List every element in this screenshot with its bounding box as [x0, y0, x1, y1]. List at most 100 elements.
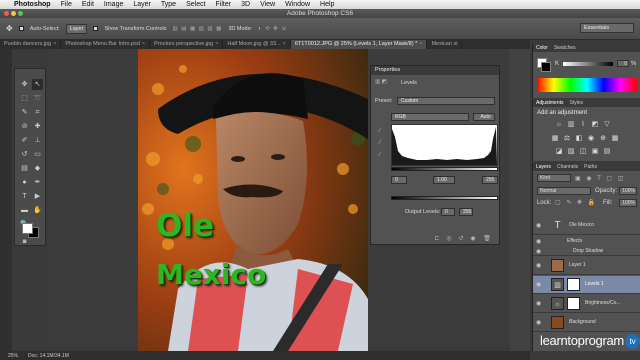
visibility-eye-icon[interactable]: ◉ — [536, 248, 541, 255]
tab-layers[interactable]: Layers — [536, 163, 551, 171]
close-window-button[interactable] — [4, 11, 9, 16]
photo-filter-icon[interactable]: ◉ — [587, 135, 595, 143]
menu-help[interactable]: Help — [320, 1, 334, 8]
color-lookup-icon[interactable]: ▦ — [611, 135, 619, 143]
properties-tab[interactable]: Properties — [371, 66, 499, 75]
input-white-field[interactable]: 255 — [482, 176, 498, 184]
menu-file[interactable]: File — [61, 1, 72, 8]
quick-mask-icon[interactable]: ◙ — [19, 237, 30, 248]
menu-edit[interactable]: Edit — [82, 1, 94, 8]
type-tool-icon[interactable]: T — [19, 191, 30, 202]
menu-photoshop[interactable]: Photoshop — [14, 1, 51, 8]
k-slider[interactable] — [563, 62, 613, 66]
document-image[interactable]: Ole Mexico — [138, 49, 368, 351]
black-white-icon[interactable]: ◧ — [575, 135, 583, 143]
close-icon[interactable]: × — [419, 41, 422, 47]
crop-tool-icon[interactable]: ⌗ — [32, 107, 43, 118]
input-levels-slider[interactable] — [391, 167, 498, 171]
lock-icons[interactable]: ▢ ✎ ✥ 🔒 — [555, 199, 597, 206]
opacity-field[interactable]: 100% — [619, 187, 637, 195]
posterize-icon[interactable]: ▨ — [567, 148, 575, 156]
color-balance-icon[interactable]: ⚖ — [563, 135, 571, 143]
output-white-field[interactable]: 255 — [459, 208, 473, 216]
invert-icon[interactable]: ◪ — [555, 148, 563, 156]
color-spectrum[interactable] — [537, 78, 637, 92]
gradient-tool-icon[interactable]: ▤ — [19, 163, 30, 174]
tab-adjustments[interactable]: Adjustments — [536, 99, 564, 107]
white-eyedropper-icon[interactable]: ⁄ — [376, 152, 384, 159]
menu-filter[interactable]: Filter — [216, 1, 232, 8]
levels-icon[interactable]: ▥ — [567, 121, 575, 129]
dodge-tool-icon[interactable]: ● — [19, 177, 30, 188]
auto-select-checkbox[interactable] — [18, 26, 24, 31]
tab-active-document[interactable]: 6T1T0012.JPG @ 25% (Levels 1, Layer Mask… — [290, 40, 428, 49]
vibrance-icon[interactable]: ▽ — [603, 121, 611, 129]
output-levels-slider[interactable] — [391, 196, 498, 200]
close-icon[interactable]: × — [53, 41, 56, 47]
layer-row-levels-1[interactable]: ◉ ▥ Levels 1 — [533, 276, 640, 294]
quick-select-tool-icon[interactable]: ✎ — [19, 107, 30, 118]
layer-mask-thumbnail[interactable] — [567, 297, 580, 310]
foreground-color-swatch[interactable] — [22, 223, 33, 234]
visibility-eye-icon[interactable]: ◉ — [536, 319, 541, 326]
eyedropper-tool-icon[interactable]: ⊘ — [19, 121, 30, 132]
blend-mode-dropdown[interactable]: Normal — [537, 187, 591, 195]
curves-icon[interactable]: ⌇ — [579, 121, 587, 129]
bg-color-chip[interactable] — [541, 62, 551, 72]
tab-pueblo-dancers[interactable]: Pueblo dancers.jpg × — [0, 40, 62, 49]
input-gamma-field[interactable]: 1.00 — [433, 176, 455, 184]
selective-color-icon[interactable]: ▣ — [591, 148, 599, 156]
gray-eyedropper-icon[interactable]: ⁄ — [376, 140, 384, 147]
menu-image[interactable]: Image — [104, 1, 123, 8]
tab-half-moon[interactable]: Half Moon.jpg @ 33... × — [223, 40, 291, 49]
workspace-dropdown[interactable]: Essentials — [580, 23, 634, 33]
move-tool-icon[interactable]: ✥ — [19, 79, 30, 90]
output-black-field[interactable]: 0 — [441, 208, 455, 216]
layer-effects-row[interactable]: ◉ Effects — [533, 236, 640, 246]
exposure-icon[interactable]: ◩ — [591, 121, 599, 129]
artboard-tool-icon[interactable]: ↖ — [32, 79, 43, 90]
channel-mixer-icon[interactable]: ⊕ — [599, 135, 607, 143]
k-value-field[interactable]: 0 — [617, 60, 629, 67]
tab-menu-bar-intro[interactable]: Photoshop Menu Bar Intro.psd × — [61, 40, 151, 49]
black-eyedropper-icon[interactable]: ⁄ — [376, 128, 384, 135]
layer-drop-shadow-row[interactable]: ◉ Drop Shadow — [533, 246, 640, 256]
input-black-field[interactable]: 0 — [391, 176, 407, 184]
layer-row-background[interactable]: ◉ Background — [533, 314, 640, 332]
3d-mode-icons[interactable]: ◐ ⟲ ✥ ⇲ — [258, 26, 287, 32]
filter-icons[interactable]: ▣ ◉ T ▢ ◫ — [575, 175, 625, 182]
view-previous-icon[interactable]: ◎ — [445, 236, 453, 243]
menu-type[interactable]: Type — [161, 1, 176, 8]
stamp-tool-icon[interactable]: ⊥ — [32, 135, 43, 146]
blur-tool-icon[interactable]: ◆ — [32, 163, 43, 174]
history-brush-tool-icon[interactable]: ↺ — [19, 149, 30, 160]
visibility-eye-icon[interactable]: ◉ — [536, 222, 541, 229]
zoom-window-button[interactable] — [18, 11, 23, 16]
align-icons[interactable]: ▥ ▤ ▦ ▧ ▨ ▩ — [173, 26, 223, 32]
tab-mexican[interactable]: Mexican si — [427, 40, 463, 49]
tab-styles[interactable]: Styles — [570, 99, 584, 107]
visibility-icon[interactable]: ◉ — [469, 236, 477, 243]
hand-tool-icon[interactable]: ✋ — [32, 205, 43, 216]
hue-saturation-icon[interactable]: ▦ — [551, 135, 559, 143]
menu-view[interactable]: View — [260, 1, 275, 8]
close-icon[interactable]: × — [215, 41, 218, 47]
close-icon[interactable]: × — [283, 41, 286, 47]
tab-color[interactable]: Color — [536, 44, 548, 52]
reset-icon[interactable]: ↺ — [457, 236, 465, 243]
visibility-eye-icon[interactable]: ◉ — [536, 262, 541, 269]
brush-tool-icon[interactable]: ✐ — [19, 135, 30, 146]
visibility-eye-icon[interactable]: ◉ — [536, 238, 541, 245]
show-transform-checkbox[interactable] — [93, 26, 99, 31]
move-tool-icon[interactable]: ✥ — [6, 24, 13, 33]
tab-paths[interactable]: Paths — [584, 163, 597, 171]
menu-select[interactable]: Select — [186, 1, 205, 8]
visibility-eye-icon[interactable]: ◉ — [536, 300, 541, 307]
clip-to-layer-icon[interactable]: ⊏ — [433, 236, 441, 243]
menu-window[interactable]: Window — [285, 1, 310, 8]
layer-row-brightness[interactable]: ◉ ☼ Brightness/Co... — [533, 295, 640, 313]
layer-dropdown[interactable]: Layer — [65, 23, 88, 34]
layer-row-ole-mexico[interactable]: ◉ T Ole Mexico — [533, 217, 640, 235]
tab-proctors[interactable]: Proctors perspective.jpg × — [150, 40, 224, 49]
pen-tool-icon[interactable]: ✒ — [32, 177, 43, 188]
